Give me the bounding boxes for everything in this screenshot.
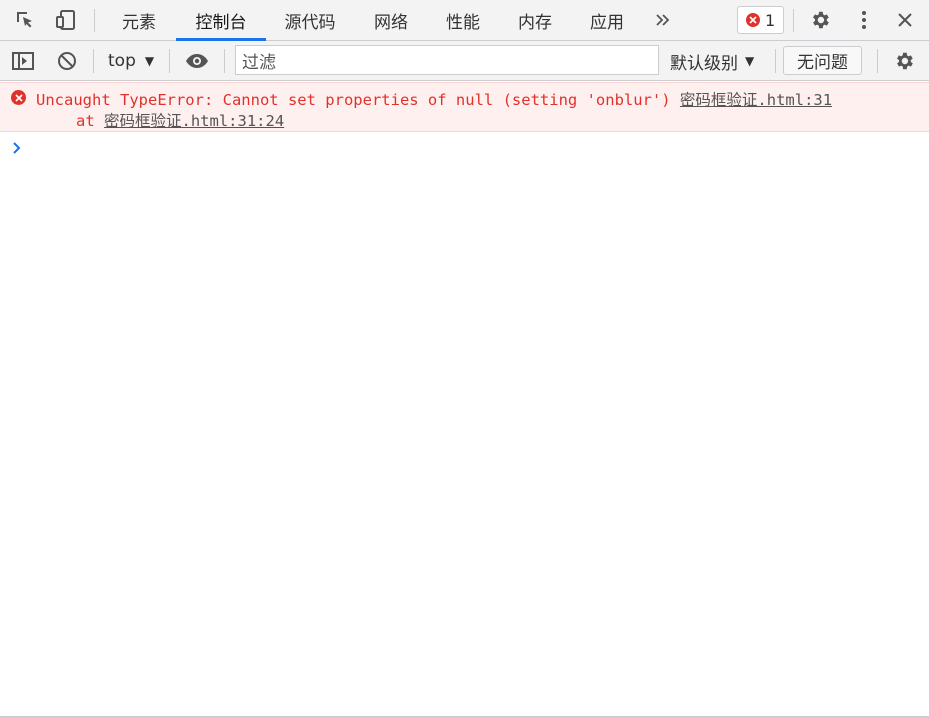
stack-at: at: [76, 112, 95, 130]
gear-icon[interactable]: [808, 8, 832, 32]
filter-placeholder: 过滤: [242, 52, 276, 73]
context-selector[interactable]: top ▼: [108, 41, 154, 81]
stack-trace-link[interactable]: 密码框验证.html:31:24: [104, 112, 284, 130]
divider: [877, 49, 878, 73]
tab-performance[interactable]: 性能: [434, 0, 492, 41]
divider: [94, 9, 95, 32]
error-count: 1: [765, 10, 776, 30]
divider: [793, 9, 794, 32]
tab-label: 内存: [518, 13, 552, 33]
error-line: Uncaught TypeError: Cannot set propertie…: [36, 88, 832, 110]
tab-label: 性能: [446, 13, 480, 33]
log-level-selector[interactable]: 默认级别 ▼: [670, 41, 754, 81]
tab-label: 应用: [590, 13, 624, 33]
issues-button[interactable]: 无问题: [783, 46, 862, 75]
error-icon: [746, 13, 760, 27]
tab-sources[interactable]: 源代码: [274, 0, 346, 41]
devtools-tabbar: 元素 控制台 源代码 网络 性能 内存 应用 1: [0, 0, 929, 41]
tab-network[interactable]: 网络: [362, 0, 420, 41]
error-count-badge[interactable]: 1: [737, 6, 784, 34]
stack-trace-line: at 密码框验证.html:31:24: [76, 109, 284, 131]
double-chevron-right-icon[interactable]: [651, 8, 675, 32]
tab-label: 元素: [122, 13, 156, 33]
console-prompt-chevron-icon[interactable]: [12, 140, 24, 154]
tab-console[interactable]: 控制台: [178, 0, 264, 41]
divider: [224, 49, 225, 73]
log-level-label: 默认级别: [670, 53, 738, 74]
issues-label: 无问题: [797, 53, 848, 73]
device-toolbar-icon[interactable]: [54, 8, 78, 32]
error-icon: [11, 90, 26, 105]
console-error-message: Uncaught TypeError: Cannot set propertie…: [0, 82, 929, 132]
error-message: Uncaught TypeError: Cannot set propertie…: [36, 91, 671, 109]
triangle-down-icon: ▼: [745, 54, 755, 68]
context-label: top: [108, 51, 136, 71]
tab-memory[interactable]: 内存: [506, 0, 564, 41]
divider: [93, 49, 94, 73]
triangle-down-icon: ▼: [144, 54, 155, 68]
sidebar-toggle-icon[interactable]: [11, 49, 35, 73]
tab-label: 网络: [374, 13, 408, 33]
tab-elements[interactable]: 元素: [111, 0, 167, 41]
divider: [775, 49, 776, 73]
inspect-element-icon[interactable]: [13, 8, 37, 32]
divider: [169, 49, 170, 73]
close-icon[interactable]: [893, 8, 917, 32]
eye-icon[interactable]: [185, 49, 209, 73]
more-vertical-icon[interactable]: [852, 8, 876, 32]
clear-console-icon[interactable]: [55, 49, 79, 73]
filter-input[interactable]: 过滤: [235, 45, 659, 75]
error-source-link[interactable]: 密码框验证.html:31: [680, 91, 832, 109]
tab-label: 源代码: [284, 13, 336, 33]
console-settings-gear-icon[interactable]: [892, 49, 916, 73]
tab-label: 控制台: [195, 13, 247, 33]
tab-application[interactable]: 应用: [578, 0, 636, 41]
